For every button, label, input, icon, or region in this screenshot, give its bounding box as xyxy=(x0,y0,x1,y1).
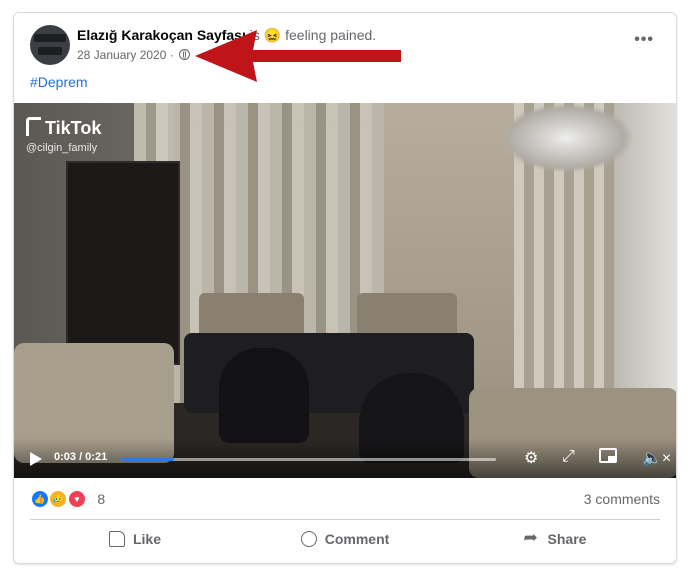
video-scene-person xyxy=(219,348,309,443)
share-button[interactable]: Share xyxy=(450,523,660,555)
video-progress-fill xyxy=(120,458,174,461)
like-label: Like xyxy=(132,531,161,547)
video-time: 0:03 / 0:21 xyxy=(54,451,108,463)
expand-icon[interactable]: ⤢ xyxy=(562,448,575,466)
comment-button[interactable]: Comment xyxy=(240,523,450,555)
hashtag-link[interactable]: #Deprem xyxy=(30,74,88,90)
more-options-button[interactable]: ••• xyxy=(634,31,654,49)
play-icon[interactable] xyxy=(30,452,42,466)
thumbs-up-icon xyxy=(108,531,125,547)
post-meta: 28 January 2020 · xyxy=(77,48,191,62)
gear-icon[interactable]: ⚙ xyxy=(524,448,538,468)
video-player[interactable]: TikTok @cilgin_family 0:03 / 0:21 ⚙ ⤢ 🔈× xyxy=(14,103,676,478)
like-reaction-icon: 👍 xyxy=(30,489,50,509)
video-scene-chandelier xyxy=(499,103,634,173)
share-icon xyxy=(524,528,540,548)
mute-icon[interactable]: 🔈× xyxy=(642,448,671,468)
comment-label: Comment xyxy=(324,531,390,547)
actions-divider xyxy=(30,519,660,520)
love-reaction-icon: ♥ xyxy=(66,489,87,509)
post-date[interactable]: 28 January 2020 xyxy=(77,48,166,62)
share-label: Share xyxy=(547,531,587,547)
reaction-count[interactable]: 8 xyxy=(97,491,105,507)
avatar-label-bar xyxy=(38,47,62,55)
comment-icon xyxy=(300,531,317,547)
tiktok-logo-icon xyxy=(26,117,41,136)
tiktok-watermark: TikTok xyxy=(26,117,101,139)
sad-reaction-icon: 😥 xyxy=(48,489,69,509)
pip-icon[interactable] xyxy=(599,448,617,468)
video-scene-cabinet xyxy=(66,161,180,365)
avatar-label-bar xyxy=(34,34,66,42)
annotation-arrow xyxy=(195,30,401,82)
comments-count[interactable]: 3 comments xyxy=(584,491,660,507)
post-card: Elazığ Karakoçan Sayfası is 😖 feeling pa… xyxy=(13,12,677,564)
video-progress-track[interactable] xyxy=(120,458,496,461)
video-controls: 0:03 / 0:21 ⚙ ⤢ 🔈× xyxy=(14,438,676,478)
page-avatar[interactable] xyxy=(30,25,70,65)
tiktok-brand: TikTok xyxy=(45,118,102,138)
like-button[interactable]: Like xyxy=(30,523,240,555)
globe-icon xyxy=(179,49,191,60)
meta-separator: · xyxy=(169,48,174,62)
reactions-summary[interactable]: 👍 😥 ♥ 8 xyxy=(30,489,105,509)
tiktok-username: @cilgin_family xyxy=(26,142,98,154)
action-bar: Like Comment Share xyxy=(30,523,660,555)
annotation-arrow-shape xyxy=(195,30,401,82)
